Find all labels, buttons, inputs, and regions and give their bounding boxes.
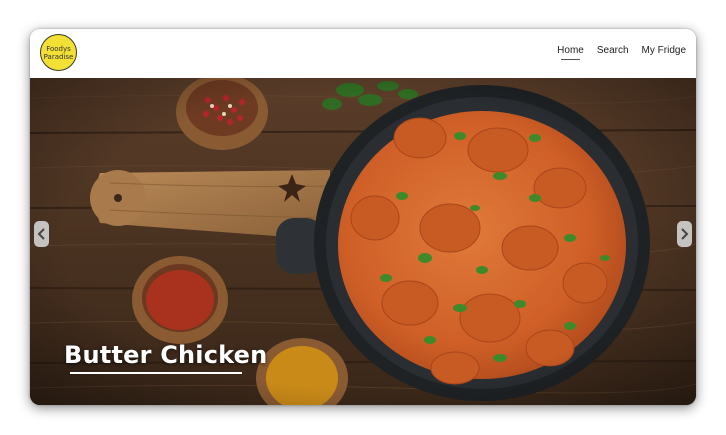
top-navbar: Foodys Paradise Home Search My Fridge xyxy=(30,29,696,78)
nav-search[interactable]: Search xyxy=(597,45,629,57)
nav-my-fridge[interactable]: My Fridge xyxy=(642,45,686,57)
chevron-right-icon xyxy=(681,228,689,240)
carousel-prev-button[interactable] xyxy=(34,221,49,247)
chevron-left-icon xyxy=(37,228,45,240)
title-underline xyxy=(70,372,242,374)
logo-text: Foodys Paradise xyxy=(43,44,74,61)
main-nav: Home Search My Fridge xyxy=(557,45,686,60)
brand-logo[interactable]: Foodys Paradise xyxy=(40,34,77,71)
nav-home[interactable]: Home xyxy=(557,45,584,60)
hero-recipe-title[interactable]: Butter Chicken xyxy=(64,340,267,370)
app-window: Foodys Paradise Home Search My Fridge Bu… xyxy=(30,29,696,405)
carousel-next-button[interactable] xyxy=(677,221,692,247)
hero-carousel: Butter Chicken xyxy=(30,78,696,405)
